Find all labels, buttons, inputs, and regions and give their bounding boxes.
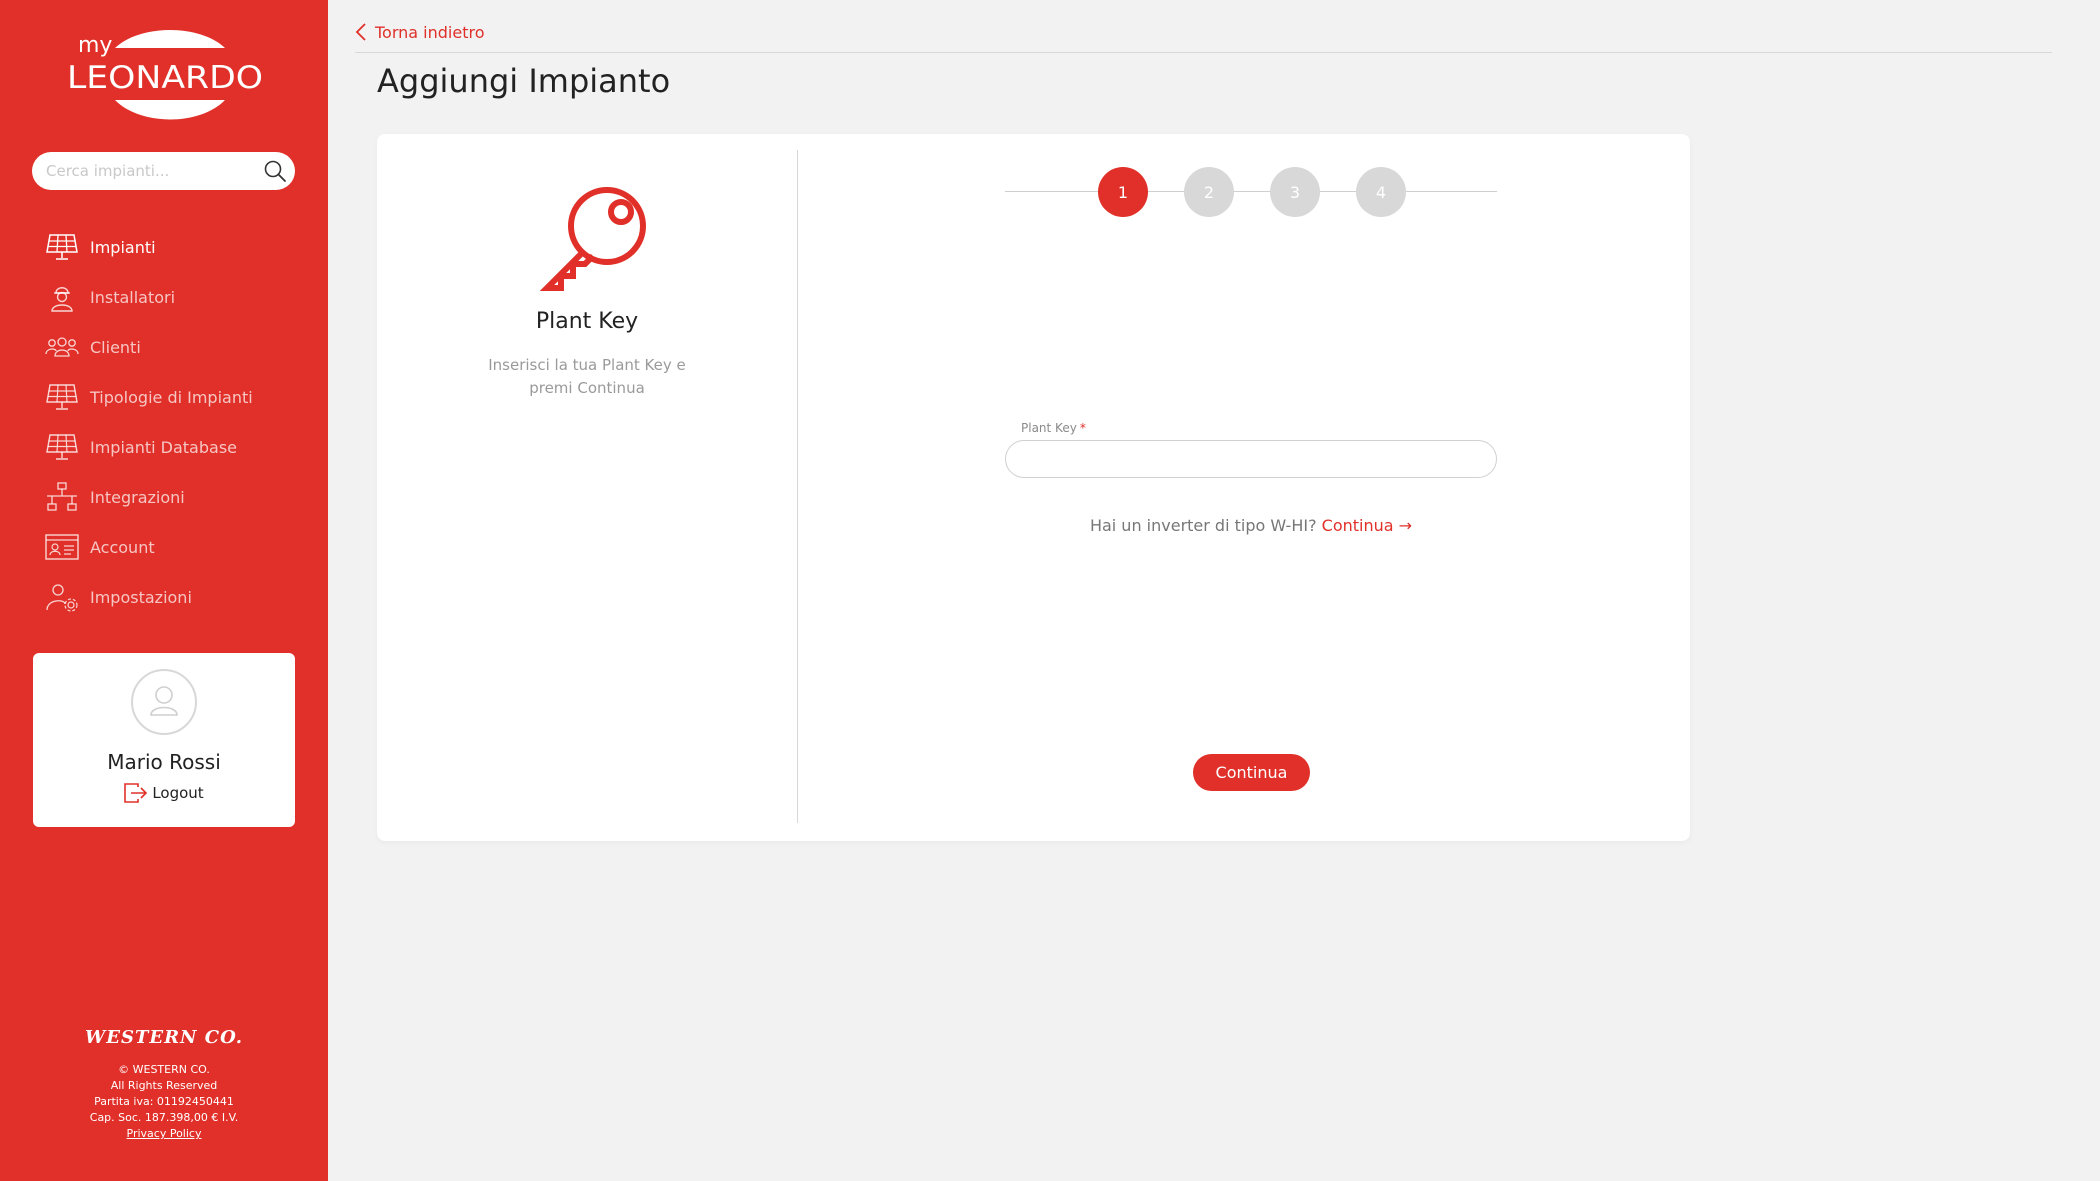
continue-button[interactable]: Continua	[1193, 754, 1310, 791]
whi-question: Hai un inverter di tipo W-HI?	[1089, 516, 1317, 535]
logo-my-text: my	[78, 33, 112, 58]
installer-helmet-icon	[44, 281, 80, 313]
sidebar-item-account[interactable]: Account	[44, 522, 314, 572]
sidebar-item-clienti[interactable]: Clienti	[44, 322, 314, 372]
myleonardo-logo[interactable]: my LEONARDO	[60, 26, 270, 126]
stepper-line	[1005, 191, 1497, 192]
plant-key-input[interactable]	[1005, 440, 1497, 478]
whi-inverter-prompt: Hai un inverter di tipo W-HI? Continua →	[1005, 516, 1497, 535]
add-plant-card: Plant Key Inserisci la tua Plant Key e p…	[377, 134, 1690, 841]
user-avatar-icon	[150, 686, 178, 716]
sidebar-item-label: Tipologie di Impianti	[90, 387, 253, 407]
sidebar-footer: WESTERN CO. © WESTERN CO. All Rights Res…	[0, 1027, 328, 1142]
sidebar-item-impostazioni[interactable]: Impostazioni	[44, 572, 314, 622]
step-1[interactable]: 1	[1098, 167, 1148, 217]
privacy-policy-link[interactable]: Privacy Policy	[0, 1126, 328, 1142]
logo-main-text: LEONARDO	[67, 60, 263, 96]
header-divider	[355, 52, 2052, 53]
network-hierarchy-icon	[44, 481, 80, 513]
sidebar-item-impianti-database[interactable]: Impianti Database	[44, 422, 314, 472]
footer-vat: Partita iva: 01192450441	[94, 1095, 234, 1108]
logout-label: Logout	[152, 784, 204, 802]
step-title: Plant Key	[535, 309, 639, 334]
required-marker: *	[1079, 421, 1086, 435]
footer-capital: Cap. Soc. 187.398,00 € I.V.	[89, 1111, 239, 1124]
step-3[interactable]: 3	[1270, 167, 1320, 217]
user-card: Mario Rossi Logout	[33, 653, 295, 827]
id-card-icon	[44, 531, 80, 563]
footer-rights: All Rights Reserved	[110, 1079, 218, 1092]
sidebar-item-impianti[interactable]: Impianti	[44, 222, 314, 272]
user-settings-icon	[44, 581, 80, 613]
user-name: Mario Rossi	[107, 750, 221, 774]
search-box	[32, 152, 295, 190]
users-group-icon	[44, 331, 80, 363]
sidebar-item-label: Impostazioni	[90, 587, 192, 607]
step-2[interactable]: 2	[1184, 167, 1234, 217]
solar-panel-icon	[44, 381, 80, 413]
sidebar-item-tipologie[interactable]: Tipologie di Impianti	[44, 372, 314, 422]
sidebar-item-label: Clienti	[90, 337, 141, 357]
search-input[interactable]	[46, 152, 256, 190]
avatar	[131, 669, 197, 735]
page-title: Aggiungi Impianto	[377, 62, 671, 100]
logout-icon	[124, 783, 148, 803]
key-icon	[539, 187, 646, 291]
footer-copyright: © WESTERN CO.	[118, 1063, 210, 1076]
sidebar-item-label: Integrazioni	[90, 487, 185, 507]
plant-key-label-text: Plant Key	[1021, 421, 1077, 435]
solar-panel-icon	[44, 431, 80, 463]
chevron-left-icon	[355, 23, 366, 41]
western-co-logo: WESTERN CO.	[85, 1027, 243, 1048]
sidebar-item-label: Installatori	[90, 287, 176, 307]
sidebar-item-label: Account	[90, 537, 155, 557]
whi-continue-link[interactable]: Continua →	[1322, 516, 1412, 535]
stepper: 1 2 3 4	[1005, 167, 1497, 217]
plant-key-label: Plant Key *	[1021, 421, 1086, 435]
step-description: Inserisci la tua Plant Key e premi Conti…	[488, 356, 686, 397]
step-4[interactable]: 4	[1356, 167, 1406, 217]
sidebar-nav: Impianti Installatori Clienti Tipologie …	[44, 222, 314, 622]
back-link-label: Torna indietro	[375, 22, 485, 42]
sidebar-item-installatori[interactable]: Installatori	[44, 272, 314, 322]
sidebar-item-integrazioni[interactable]: Integrazioni	[44, 472, 314, 522]
sidebar-item-label: Impianti Database	[90, 437, 237, 457]
back-link[interactable]: Torna indietro	[355, 22, 485, 42]
solar-panel-icon	[44, 231, 80, 263]
vertical-divider	[797, 150, 798, 823]
sidebar: my LEONARDO Impianti Installatori	[0, 0, 328, 1181]
sidebar-item-label: Impianti	[90, 237, 156, 257]
search-icon[interactable]	[263, 159, 287, 183]
logout-button[interactable]: Logout	[33, 783, 295, 803]
